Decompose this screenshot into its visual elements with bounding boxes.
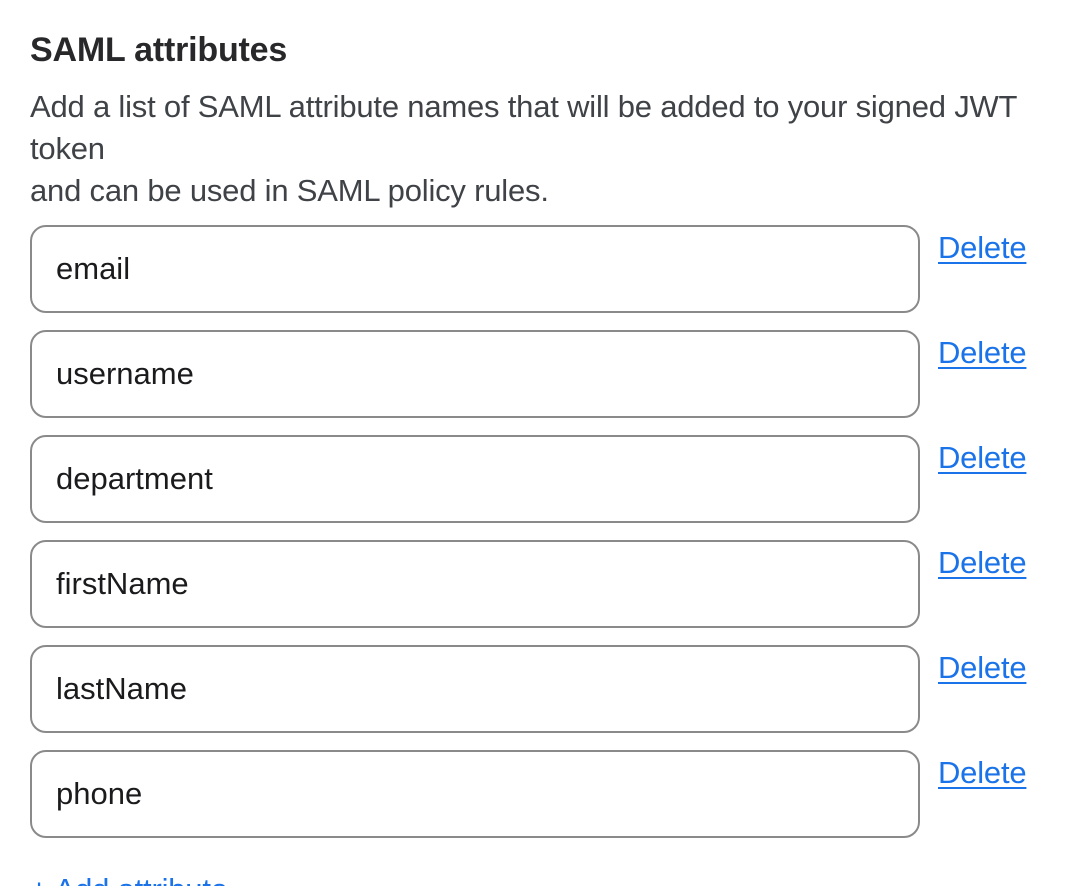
attribute-row: Delete xyxy=(30,645,1066,733)
attribute-input-lastname[interactable] xyxy=(30,645,920,733)
attribute-row: Delete xyxy=(30,225,1066,313)
description-line-1: Add a list of SAML attribute names that … xyxy=(30,86,1066,170)
delete-link[interactable]: Delete xyxy=(938,544,1026,582)
attribute-row: Delete xyxy=(30,540,1066,628)
attribute-input-phone[interactable] xyxy=(30,750,920,838)
add-attribute-link[interactable]: + Add attribute xyxy=(30,871,228,886)
delete-link[interactable]: Delete xyxy=(938,754,1026,792)
description-line-2: and can be used in SAML policy rules. xyxy=(30,170,1066,212)
page-title: SAML attributes xyxy=(30,30,1066,70)
attribute-list: Delete Delete Delete Delete Delete Delet… xyxy=(30,225,1066,838)
delete-link[interactable]: Delete xyxy=(938,334,1026,372)
delete-link[interactable]: Delete xyxy=(938,439,1026,477)
delete-link[interactable]: Delete xyxy=(938,649,1026,687)
attribute-row: Delete xyxy=(30,330,1066,418)
attribute-input-email[interactable] xyxy=(30,225,920,313)
attribute-input-department[interactable] xyxy=(30,435,920,523)
attribute-row: Delete xyxy=(30,435,1066,523)
section-description: Add a list of SAML attribute names that … xyxy=(30,86,1066,212)
attribute-row: Delete xyxy=(30,750,1066,838)
saml-attributes-section: SAML attributes Add a list of SAML attri… xyxy=(0,0,1066,886)
attribute-input-firstname[interactable] xyxy=(30,540,920,628)
attribute-input-username[interactable] xyxy=(30,330,920,418)
delete-link[interactable]: Delete xyxy=(938,229,1026,267)
